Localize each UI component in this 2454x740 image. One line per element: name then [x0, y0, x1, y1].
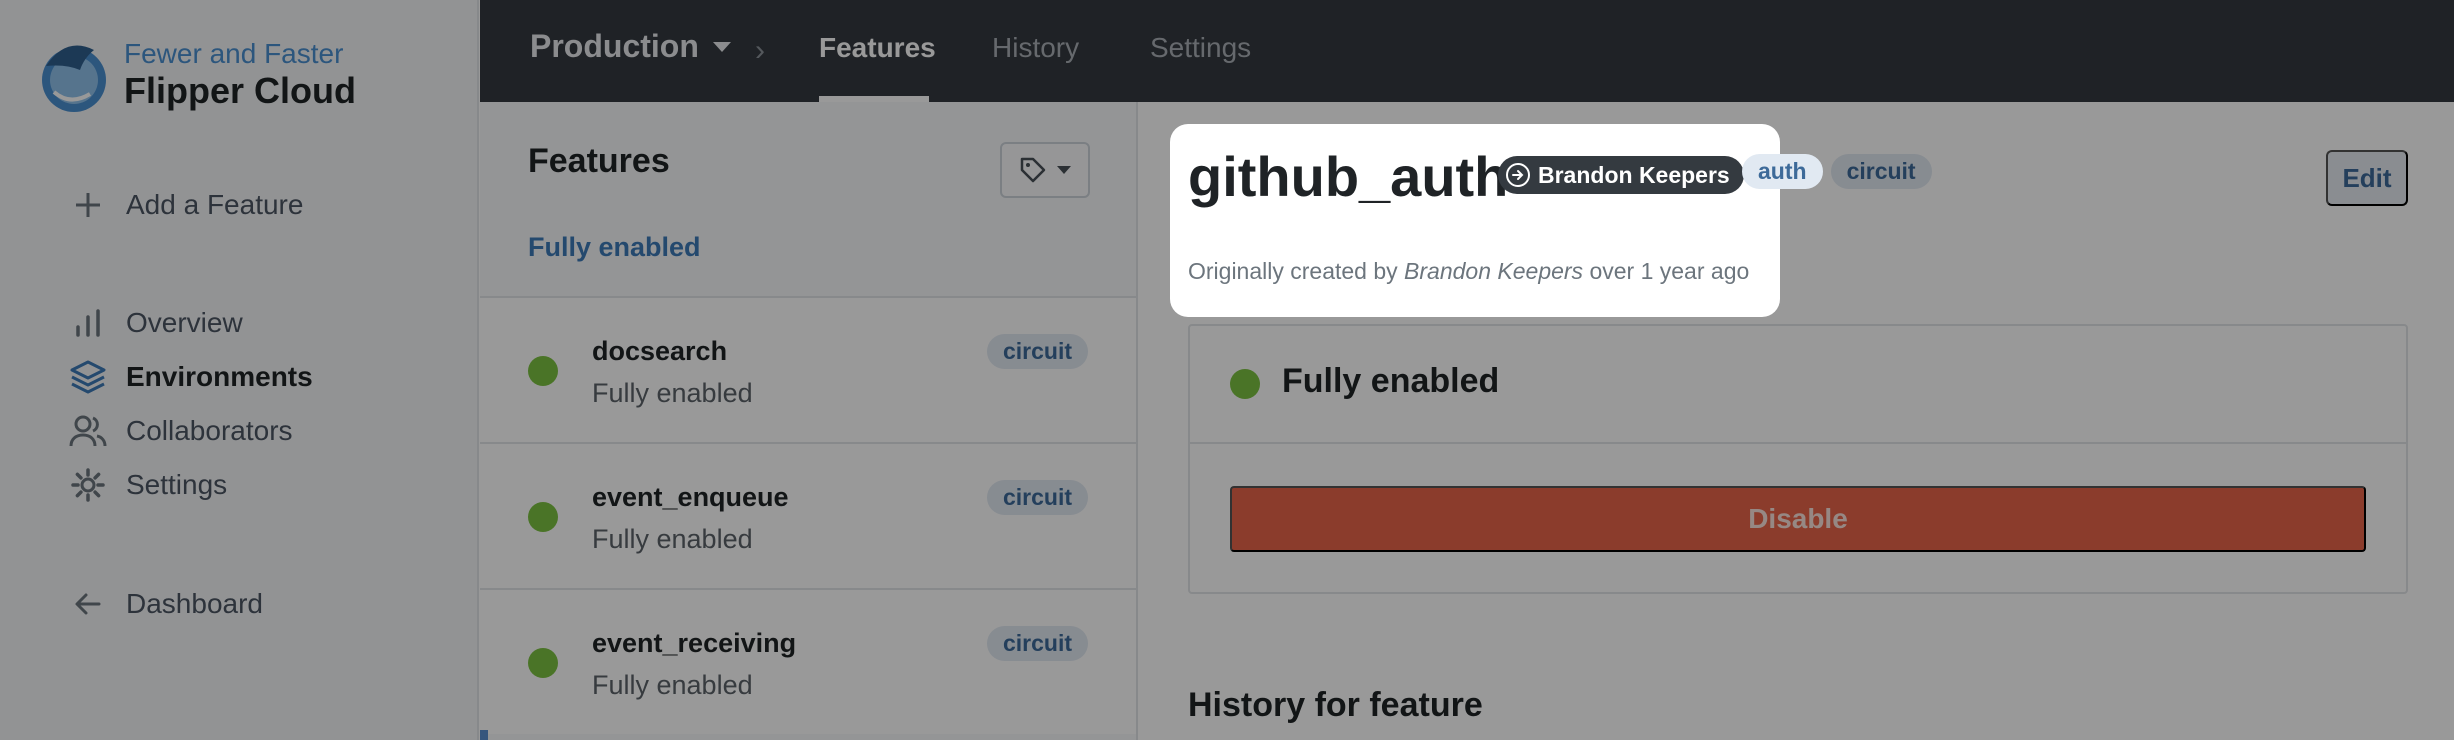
environment-dropdown[interactable]: Production	[530, 28, 731, 65]
chevron-down-icon	[1057, 166, 1071, 174]
enabled-status-dot	[528, 648, 558, 678]
tab-settings[interactable]: Settings	[1150, 32, 1251, 64]
feature-status: Fully enabled	[592, 670, 753, 700]
users-icon	[68, 411, 108, 451]
top-nav: Production › Features History Settings	[480, 0, 2454, 102]
feature-name: docsearch	[592, 336, 728, 366]
status-card: Fully enabled Disable	[1188, 324, 2408, 594]
created-suffix: over 1 year ago	[1589, 258, 1750, 284]
status-label: Fully enabled	[1282, 362, 1500, 400]
add-feature-label: Add a Feature	[126, 189, 304, 220]
feature-tags: auth circuit	[1742, 154, 1932, 189]
created-by-line: Originally created by Brandon Keepers ov…	[1188, 258, 1749, 285]
dashboard-link[interactable]: Dashboard	[68, 582, 263, 626]
bar-chart-icon	[68, 303, 108, 343]
chevron-right-icon: ›	[755, 34, 765, 67]
sidebar-item-collaborators[interactable]: Collaborators	[68, 409, 293, 453]
author-badge[interactable]: Brandon Keepers	[1498, 156, 1744, 194]
feature-tag[interactable]: circuit	[1830, 154, 1932, 189]
author-name: Brandon Keepers	[1538, 161, 1730, 188]
history-heading: History for feature	[1188, 686, 1483, 724]
feature-list-item[interactable]: event_receiving Fully enabled circuit	[480, 588, 1136, 734]
feature-header-spotlight: github_auth Brandon Keepers Originally c…	[1170, 124, 1780, 317]
edit-button[interactable]: Edit	[2326, 150, 2408, 206]
created-by-name: Brandon Keepers	[1404, 258, 1584, 284]
sidebar-item-overview[interactable]: Overview	[68, 301, 243, 345]
dashboard-label: Dashboard	[126, 588, 263, 619]
brand-name[interactable]: Flipper Cloud	[124, 70, 356, 112]
feature-status: Fully enabled	[592, 524, 753, 554]
feature-tag[interactable]: circuit	[986, 334, 1088, 369]
add-feature-link[interactable]: Add a Feature	[68, 183, 303, 227]
feature-list-item[interactable]: event_enqueue Fully enabled circuit	[480, 442, 1136, 588]
disable-button[interactable]: Disable	[1230, 486, 2366, 552]
dolphin-logo-icon[interactable]	[36, 36, 108, 116]
features-heading: Features	[528, 142, 670, 180]
tag-filter-button[interactable]	[1000, 142, 1090, 198]
sidebar-item-label: Settings	[126, 469, 228, 500]
selected-row-indicator	[480, 730, 488, 740]
tag-icon	[1020, 157, 1046, 183]
brand-tagline: Fewer and Faster	[124, 38, 344, 69]
feature-list-item[interactable]: docsearch Fully enabled circuit	[480, 296, 1136, 442]
sidebar-item-environments[interactable]: Environments	[68, 355, 313, 399]
feature-tag[interactable]: auth	[1742, 154, 1823, 189]
created-prefix: Originally created by	[1188, 258, 1398, 284]
feature-name: event_enqueue	[592, 482, 789, 512]
layers-icon	[68, 357, 108, 397]
feature-tag[interactable]: circuit	[986, 626, 1088, 661]
arrow-left-icon	[68, 584, 108, 624]
sidebar-item-label: Environments	[126, 361, 313, 392]
chevron-down-icon	[712, 41, 731, 52]
feature-status: Fully enabled	[592, 378, 753, 408]
divider	[1190, 442, 2406, 444]
environment-name: Production	[530, 28, 699, 64]
enabled-status-dot	[528, 356, 558, 386]
sidebar-item-label: Overview	[126, 307, 243, 338]
gear-icon	[68, 465, 108, 505]
plus-icon	[68, 185, 108, 225]
status-filter-link[interactable]: Fully enabled	[528, 232, 701, 263]
features-panel: Features Fully enabled docsearch Fully e…	[480, 102, 1138, 740]
tab-features[interactable]: Features	[819, 32, 936, 64]
sidebar: Fewer and Faster Flipper Cloud Add a Fea…	[0, 0, 479, 740]
tab-history[interactable]: History	[992, 32, 1079, 64]
arrow-right-circle-icon	[1506, 163, 1530, 187]
enabled-status-dot	[528, 502, 558, 532]
sidebar-item-label: Collaborators	[126, 415, 293, 446]
sidebar-item-settings[interactable]: Settings	[68, 463, 227, 507]
feature-tag[interactable]: circuit	[986, 480, 1088, 515]
feature-name: event_receiving	[592, 628, 797, 658]
feature-title: github_auth	[1188, 145, 1509, 208]
enabled-status-dot	[1230, 369, 1260, 399]
